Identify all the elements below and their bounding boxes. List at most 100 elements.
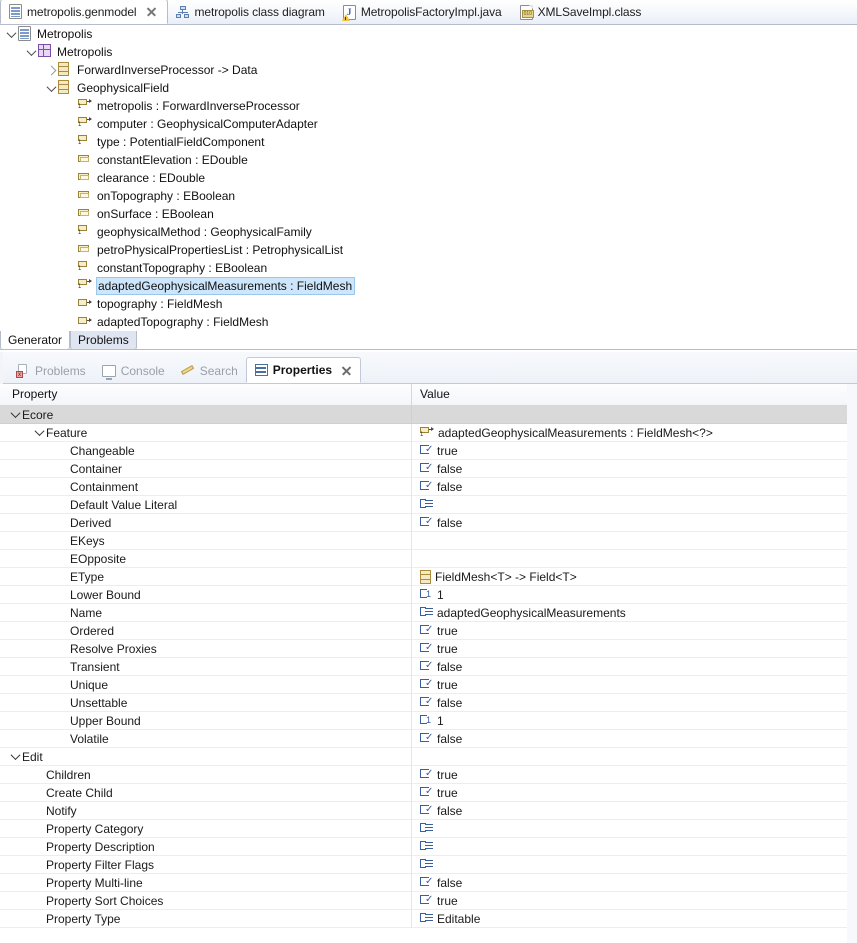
tree-item[interactable]: 1 geophysicalMethod : GeophysicalFamily bbox=[0, 223, 857, 241]
chevron-down-icon[interactable] bbox=[8, 748, 22, 766]
tree-item[interactable]: 1 type : PotentialFieldComponent bbox=[0, 133, 857, 151]
property-row[interactable]: Ordered ✓ true bbox=[0, 621, 857, 640]
property-row[interactable]: Upper Bound 1 1 bbox=[0, 711, 857, 730]
tree-item-label: adaptedTopography : FieldMesh bbox=[97, 315, 269, 329]
chevron-down-icon[interactable] bbox=[8, 406, 22, 424]
view-tab-search[interactable]: Search bbox=[173, 359, 246, 383]
property-row[interactable]: Property Filter Flags bbox=[0, 855, 857, 874]
property-value-cell[interactable]: ✓ false bbox=[412, 478, 857, 496]
chevron-right-icon[interactable] bbox=[44, 61, 58, 79]
property-row[interactable]: Property Multi-line ✓ false bbox=[0, 873, 857, 892]
property-value-cell[interactable] bbox=[412, 550, 857, 568]
property-group-row[interactable]: Ecore bbox=[0, 405, 857, 424]
properties-table-body[interactable]: Ecore Feature 1 adaptedGeophysicalMeasureme… bbox=[0, 405, 857, 928]
property-value-cell[interactable]: Editable bbox=[412, 910, 857, 928]
property-row[interactable]: Volatile ✓ false bbox=[0, 729, 857, 748]
tree-item[interactable]: onSurface : EBoolean bbox=[0, 205, 857, 223]
tree-item[interactable]: 1 adaptedGeophysicalMeasurements : FieldM… bbox=[0, 277, 857, 295]
chevron-down-icon[interactable] bbox=[4, 25, 18, 43]
close-icon[interactable] bbox=[146, 6, 157, 17]
view-tab-properties[interactable]: Properties bbox=[245, 357, 362, 383]
property-value-cell[interactable]: ✓ true bbox=[412, 442, 857, 460]
property-row[interactable]: Property Description bbox=[0, 837, 857, 856]
property-row[interactable]: Unsettable ✓ false bbox=[0, 693, 857, 712]
view-tab-console[interactable]: Console bbox=[94, 359, 173, 383]
property-value-cell[interactable]: ✓ false bbox=[412, 460, 857, 478]
property-value-cell[interactable]: ✓ true bbox=[412, 622, 857, 640]
property-row[interactable]: Feature 1 adaptedGeophysicalMeasurements :… bbox=[0, 423, 857, 442]
editor-tab-metropolisfactoryimpl-java[interactable]: J MetropolisFactoryImpl.java bbox=[335, 0, 512, 24]
property-row[interactable]: EType FieldMesh<T> -> Field<T> bbox=[0, 567, 857, 586]
tree-item[interactable]: 1 metropolis : ForwardInverseProcessor bbox=[0, 97, 857, 115]
property-row[interactable]: EOpposite bbox=[0, 549, 857, 568]
property-value-cell[interactable]: 11 bbox=[412, 586, 857, 604]
property-row[interactable]: Lower Bound 1 1 bbox=[0, 585, 857, 604]
property-name-cell: Property Sort Choices bbox=[0, 891, 412, 910]
tree-item[interactable]: 1 computer : GeophysicalComputerAdapter bbox=[0, 115, 857, 133]
tree-item[interactable]: petroPhysicalPropertiesList : Petrophysi… bbox=[0, 241, 857, 259]
property-value-cell[interactable] bbox=[412, 820, 857, 838]
property-value-cell[interactable] bbox=[412, 856, 857, 874]
tree-item[interactable]: Metropolis bbox=[0, 25, 857, 43]
property-row[interactable]: Create Child ✓ true bbox=[0, 783, 857, 802]
tree-item[interactable]: onTopography : EBoolean bbox=[0, 187, 857, 205]
property-row[interactable]: Default Value Literal bbox=[0, 495, 857, 514]
property-value-cell[interactable]: ✓ true bbox=[412, 892, 857, 910]
close-icon[interactable] bbox=[341, 365, 352, 376]
property-row[interactable]: Derived ✓ false bbox=[0, 513, 857, 532]
property-value-cell[interactable]: ✓ true bbox=[412, 676, 857, 694]
tree-item[interactable]: GeophysicalField bbox=[0, 79, 857, 97]
property-value-cell[interactable]: ✓ false bbox=[412, 658, 857, 676]
property-value-cell[interactable]: ✓ false bbox=[412, 874, 857, 892]
chevron-down-icon[interactable] bbox=[24, 43, 38, 61]
property-value-cell[interactable] bbox=[412, 748, 857, 766]
property-row[interactable]: Containment ✓ false bbox=[0, 477, 857, 496]
chevron-down-icon[interactable] bbox=[44, 79, 58, 97]
property-value-cell[interactable] bbox=[412, 496, 857, 514]
tree-item[interactable]: clearance : EDouble bbox=[0, 169, 857, 187]
property-name-label: Volatile bbox=[70, 731, 109, 746]
property-row[interactable]: Name adaptedGeophysicalMeasurements bbox=[0, 603, 857, 622]
property-value-cell[interactable]: 11 bbox=[412, 712, 857, 730]
property-value-cell[interactable]: 1 adaptedGeophysicalMeasurements : FieldM… bbox=[412, 424, 857, 442]
chevron-down-icon[interactable] bbox=[32, 424, 46, 442]
tree-item[interactable]: 1 constantTopography : EBoolean bbox=[0, 259, 857, 277]
property-row[interactable]: Property Type Editable bbox=[0, 909, 857, 928]
property-row[interactable]: Unique ✓ true bbox=[0, 675, 857, 694]
property-row[interactable]: Transient ✓ false bbox=[0, 657, 857, 676]
property-group-row[interactable]: Edit bbox=[0, 747, 857, 766]
property-value-cell[interactable]: ✓ false bbox=[412, 514, 857, 532]
property-value-cell[interactable]: ✓ false bbox=[412, 694, 857, 712]
property-value-cell[interactable]: adaptedGeophysicalMeasurements bbox=[412, 604, 857, 622]
property-row[interactable]: Container ✓ false bbox=[0, 459, 857, 478]
property-row[interactable]: Resolve Proxies ✓ true bbox=[0, 639, 857, 658]
editor-tab-metropolis-genmodel[interactable]: metropolis.genmodel bbox=[0, 0, 168, 24]
property-row[interactable]: Notify ✓ false bbox=[0, 801, 857, 820]
property-value-cell[interactable] bbox=[412, 838, 857, 856]
tree-item[interactable]: adaptedTopography : FieldMesh bbox=[0, 313, 857, 331]
editor-tab-xmlsaveimpl-class[interactable]: 010 XMLSaveImpl.class bbox=[512, 0, 652, 24]
property-value-cell[interactable]: ✓ true bbox=[412, 766, 857, 784]
tree-item[interactable]: ForwardInverseProcessor -> Data bbox=[0, 61, 857, 79]
property-row[interactable]: Children ✓ true bbox=[0, 765, 857, 784]
view-tab-problems[interactable]: x Problems bbox=[8, 359, 94, 383]
tree-item-label: Metropolis bbox=[57, 45, 113, 59]
property-value-cell[interactable]: FieldMesh<T> -> Field<T> bbox=[412, 568, 857, 586]
tree-item[interactable]: Metropolis bbox=[0, 43, 857, 61]
editor-page-tab-generator[interactable]: Generator bbox=[0, 331, 71, 350]
property-value-cell[interactable]: ✓ false bbox=[412, 730, 857, 748]
property-row[interactable]: Changeable ✓ true bbox=[0, 441, 857, 460]
editor-tab-metropolis-class-diagram[interactable]: metropolis class diagram bbox=[168, 0, 335, 24]
property-value-cell[interactable] bbox=[412, 532, 857, 550]
tree-item[interactable]: constantElevation : EDouble bbox=[0, 151, 857, 169]
tree-item[interactable]: topography : FieldMesh bbox=[0, 295, 857, 313]
property-value-cell[interactable]: ✓ false bbox=[412, 802, 857, 820]
property-value-cell[interactable]: ✓ true bbox=[412, 640, 857, 658]
editor-page-tab-problems[interactable]: Problems bbox=[70, 331, 137, 350]
property-row[interactable]: Property Sort Choices ✓ true bbox=[0, 891, 857, 910]
property-value-cell[interactable] bbox=[412, 406, 857, 424]
genmodel-tree[interactable]: Metropolis Metropolis ForwardInverseProces… bbox=[0, 25, 857, 331]
property-value-cell[interactable]: ✓ true bbox=[412, 784, 857, 802]
property-row[interactable]: EKeys bbox=[0, 531, 857, 550]
property-row[interactable]: Property Category bbox=[0, 819, 857, 838]
